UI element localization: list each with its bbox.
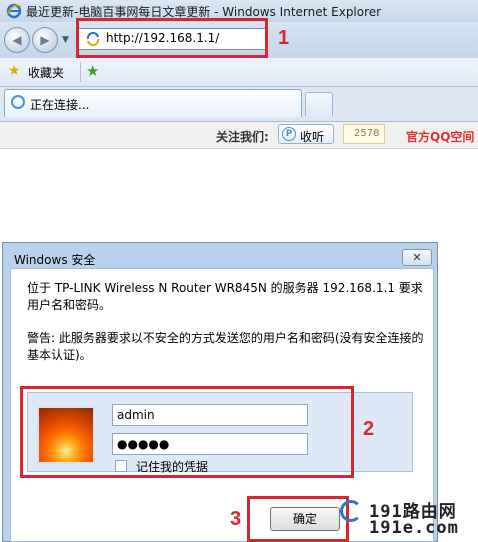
- callout-number-2: 2: [363, 418, 375, 440]
- listen-count: 2578: [354, 128, 380, 139]
- callout-box-3: [247, 496, 349, 542]
- listen-label: 收听: [300, 130, 325, 144]
- back-button[interactable]: ◀: [4, 27, 30, 53]
- forward-arrow-icon: ▶: [40, 33, 50, 47]
- ie-logo-icon: [6, 3, 22, 19]
- follow-label: 关注我们:: [216, 130, 269, 144]
- close-icon: ✕: [412, 251, 422, 264]
- tab-label: 正在连接...: [30, 98, 90, 112]
- new-tab-button[interactable]: [305, 92, 333, 116]
- close-button[interactable]: ✕: [402, 249, 432, 266]
- callout-number-1: 1: [278, 27, 290, 49]
- favorites-bar: [0, 58, 478, 87]
- dialog-title: Windows 安全: [14, 253, 96, 267]
- watermark-line-2: 191e.com: [369, 518, 459, 538]
- history-dropdown-icon[interactable]: ▼: [62, 35, 69, 45]
- loading-icon: [11, 95, 25, 109]
- dialog-warning: 警告: 此服务器要求以不安全的方式发送您的用户名和密码(没有安全连接的基本认证)…: [27, 331, 424, 362]
- listen-icon: P: [282, 127, 296, 141]
- favorites-separator: [80, 62, 81, 82]
- favorites-button[interactable]: 收藏夹: [28, 64, 64, 81]
- favorites-star-icon[interactable]: ★: [8, 63, 21, 79]
- back-arrow-icon: ◀: [12, 33, 22, 47]
- add-favorite-icon[interactable]: ★: [86, 62, 99, 80]
- callout-box-2: [20, 386, 354, 478]
- watermark-logo-icon: [340, 500, 362, 522]
- dialog-message: 位于 TP-LINK Wireless N Router WR845N 的服务器…: [27, 281, 423, 312]
- qq-zone-link[interactable]: 官方QQ空间: [406, 128, 474, 145]
- forward-button[interactable]: ▶: [32, 27, 58, 53]
- callout-box-1: [76, 18, 268, 58]
- callout-number-3: 3: [230, 508, 242, 530]
